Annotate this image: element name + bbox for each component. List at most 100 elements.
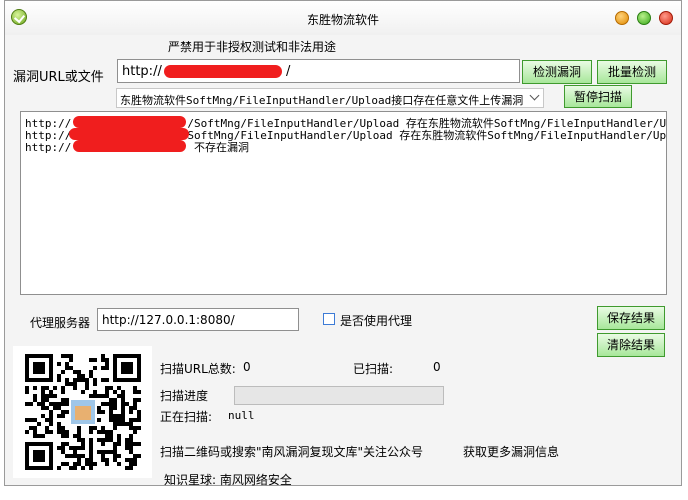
qr-module [57, 466, 61, 470]
qr-logo [75, 406, 91, 420]
qr-module [57, 446, 61, 450]
qr-module [129, 410, 133, 414]
qr-module [61, 390, 65, 394]
qr-module [65, 382, 69, 386]
batch-detect-button[interactable]: 批量检测 [597, 60, 667, 84]
warning-text: 严禁用于非授权测试和非法用途 [168, 40, 337, 54]
qr-module [89, 430, 93, 434]
qr-module [73, 450, 77, 454]
qr-module [49, 418, 53, 422]
qr-module [133, 406, 137, 410]
qr-module [37, 402, 41, 406]
qr-module [45, 398, 49, 402]
qr-module [81, 378, 85, 382]
qr-module [81, 446, 85, 450]
qr-finder [121, 362, 133, 374]
qr-module [77, 458, 81, 462]
qr-module [89, 358, 93, 362]
qr-module [61, 398, 65, 402]
vuln-select[interactable]: 东胜物流软件SoftMng/FileInputHandler/Upload接口存… [116, 88, 544, 108]
qr-module [133, 442, 137, 446]
qr-module [37, 422, 41, 426]
qr-module [101, 366, 105, 370]
qr-module [125, 402, 129, 406]
qr-module [33, 434, 37, 438]
title-bar[interactable]: 东胜物流软件 [5, 1, 681, 35]
qr-module [101, 426, 105, 430]
qr-module [61, 386, 65, 390]
chevron-down-icon [529, 90, 540, 101]
qr-module [33, 398, 37, 402]
qr-module [69, 358, 73, 362]
qr-module [61, 402, 65, 406]
scanning-label: 正在扫描: [160, 410, 213, 424]
qr-module [89, 446, 93, 450]
qr-module [113, 426, 117, 430]
qr-module [105, 378, 109, 382]
qr-module [33, 426, 37, 430]
qr-module [73, 454, 77, 458]
qr-module [49, 430, 53, 434]
qr-module [105, 362, 109, 366]
qr-module [41, 402, 45, 406]
qr-module [117, 438, 121, 442]
qr-module [109, 406, 113, 410]
planet-text: 知识星球: 南风网络安全 [164, 473, 292, 487]
qr-module [41, 406, 45, 410]
qr-module [45, 394, 49, 398]
qr-module [97, 418, 101, 422]
url-input[interactable]: http:// / [117, 59, 520, 83]
qr-module [77, 446, 81, 450]
qr-module [73, 434, 77, 438]
qr-module [73, 466, 77, 470]
pause-scan-button[interactable]: 暂停扫描 [564, 85, 632, 108]
save-results-button[interactable]: 保存结果 [597, 306, 665, 330]
qr-module [129, 438, 133, 442]
clear-results-button[interactable]: 清除结果 [597, 333, 665, 357]
qr-module [105, 394, 109, 398]
qr-module [109, 438, 113, 442]
qr-module [121, 414, 125, 418]
qr-module [89, 426, 93, 430]
qr-module [101, 394, 105, 398]
qr-module [53, 402, 57, 406]
qr-module [81, 454, 85, 458]
qr-module [125, 438, 129, 442]
url-prefix: http:// [122, 64, 162, 79]
result-output[interactable]: http:///SoftMng/FileInputHandler/Upload … [20, 111, 667, 295]
qr-module [25, 402, 29, 406]
qr-module [129, 446, 133, 450]
redaction-mark [73, 116, 186, 128]
use-proxy-checkbox[interactable] [323, 313, 335, 325]
detect-button[interactable]: 检测漏洞 [522, 60, 592, 84]
qr-module [97, 410, 101, 414]
minimize-button[interactable] [615, 11, 629, 25]
total-label: 扫描URL总数: [160, 362, 236, 376]
qr-module [89, 462, 93, 466]
qr-module [109, 410, 113, 414]
qr-module [101, 438, 105, 442]
qr-module [77, 370, 81, 374]
qr-module [101, 358, 105, 362]
close-button[interactable] [659, 11, 673, 25]
qr-module [85, 378, 89, 382]
qr-module [29, 426, 33, 430]
qr-module [65, 398, 69, 402]
qr-module [89, 394, 93, 398]
qr-module [49, 402, 53, 406]
url-suffix: / [286, 64, 291, 79]
qr-module [49, 390, 53, 394]
proxy-value: http://127.0.0.1:8080/ [102, 313, 235, 327]
qr-module [45, 386, 49, 390]
qr-module [101, 354, 105, 358]
proxy-input[interactable]: http://127.0.0.1:8080/ [97, 308, 299, 331]
qr-code-image [13, 346, 152, 478]
qr-module [117, 418, 121, 422]
qr-module [33, 430, 37, 434]
qr-module [57, 402, 61, 406]
qr-module [109, 434, 113, 438]
maximize-button[interactable] [637, 11, 651, 25]
qr-module [109, 386, 113, 390]
qr-module [89, 370, 93, 374]
more-info-text: 获取更多漏洞信息 [463, 445, 560, 459]
